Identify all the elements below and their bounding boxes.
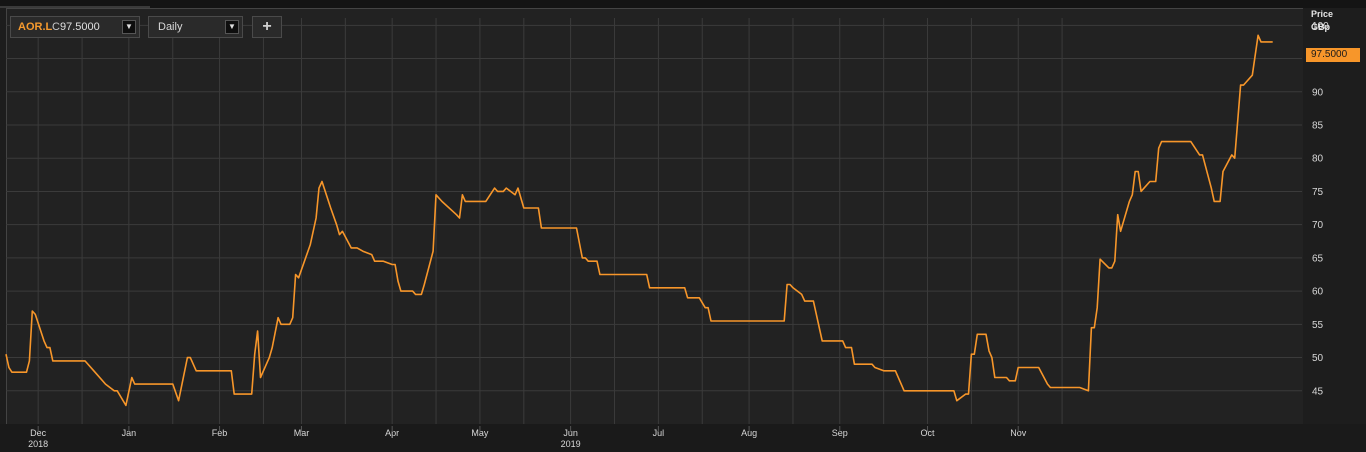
- y-tick-label: 45: [1312, 386, 1324, 397]
- close-prefix: C: [52, 21, 60, 33]
- x-gridlines: [37, 18, 1063, 424]
- interval-label: Daily: [158, 21, 183, 33]
- y-axis-title-line: Price: [1311, 9, 1334, 19]
- chart-window: 4550556065707580859095100 Dec2018JanFebM…: [0, 0, 1366, 452]
- y-axis-unit: GBp: [1311, 22, 1330, 32]
- y-gridlines: [6, 24, 1302, 392]
- y-tick-label: 70: [1312, 220, 1324, 231]
- chevron-down-icon[interactable]: ▼: [122, 20, 136, 34]
- y-tick-label: 50: [1312, 353, 1324, 364]
- symbol-label: AOR.L: [18, 21, 53, 33]
- interval-selector[interactable]: Daily ▼: [148, 16, 243, 38]
- price-chart[interactable]: 4550556065707580859095100 Dec2018JanFebM…: [0, 0, 1366, 452]
- symbol-selector[interactable]: AOR.L C 97.5000 ▼: [10, 16, 140, 38]
- y-tick-label: 65: [1312, 253, 1324, 264]
- y-axis-ticks: 4550556065707580859095100: [1312, 21, 1329, 397]
- last-price-tag: 97.5000: [1306, 48, 1360, 62]
- y-tick-label: 90: [1312, 87, 1324, 98]
- y-tick-label: 80: [1312, 154, 1324, 165]
- y-tick-label: 55: [1312, 320, 1324, 331]
- chevron-down-icon[interactable]: ▼: [225, 20, 239, 34]
- x-year-label: 2018: [28, 439, 48, 449]
- price-series-line: [5, 34, 1273, 407]
- y-axis-title: Price GBp: [1311, 8, 1333, 34]
- x-year-label: 2019: [561, 439, 581, 449]
- y-tick-label: 75: [1312, 187, 1324, 198]
- close-value: 97.5000: [60, 21, 100, 33]
- add-series-button[interactable]: +: [252, 16, 282, 38]
- x-axis-ticks: Dec2018Jan Feb Mar Apr May Jun2019Jul Aug Sep Oc…: [28, 426, 1027, 449]
- y-tick-label: 85: [1312, 120, 1324, 131]
- y-tick-label: 60: [1312, 287, 1324, 298]
